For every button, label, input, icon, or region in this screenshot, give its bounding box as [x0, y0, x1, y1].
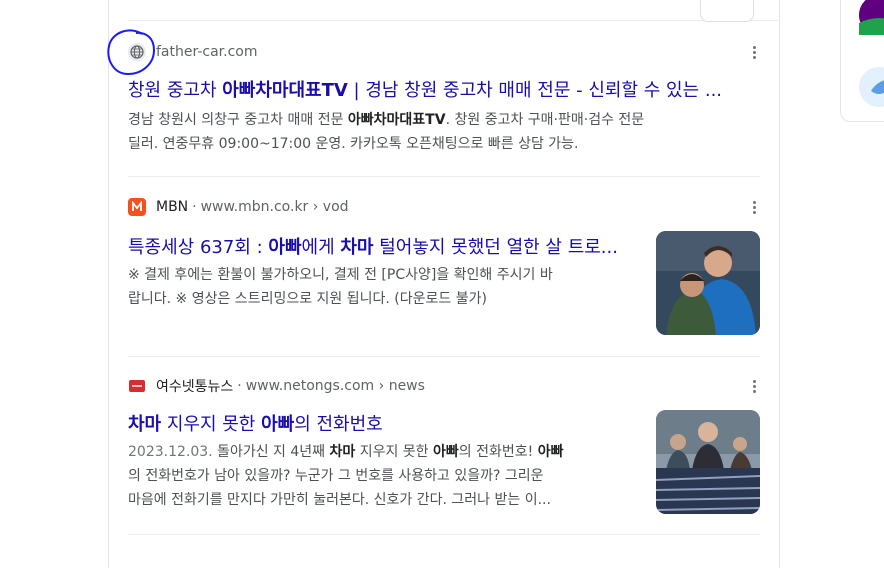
- result-url: www.netongs.com › news: [245, 378, 425, 394]
- netongs-logo-icon: [128, 377, 146, 395]
- result-divider: [128, 534, 760, 535]
- result-title-link[interactable]: 창원 중고차 아빠차마대표TV | 경남 창원 중고차 매매 전문 - 신뢰할 …: [128, 76, 758, 102]
- result-snippet: 경남 창원시 의창구 중고차 매매 전문 아빠차마대표TV. 창원 중고차 구매…: [128, 112, 645, 152]
- result-divider: [128, 176, 760, 177]
- result-source[interactable]: MBN · www.mbn.co.kr › vod: [128, 197, 349, 217]
- result-title-link[interactable]: 특종세상 637회 : 아빠에게 차마 털어놓지 못했던 열한 살 트로...: [128, 233, 636, 259]
- source-separator: ·: [192, 199, 197, 215]
- result-url: father-car.com: [156, 44, 258, 60]
- search-result-father-car: father-car.com 창원 중고차 아빠차마대표TV | 경남 창원 중…: [128, 42, 760, 162]
- more-options-icon[interactable]: [746, 378, 762, 394]
- result-url: www.mbn.co.kr › vod: [200, 199, 349, 215]
- search-result-mbn: MBN · www.mbn.co.kr › vod 특종세상 637회 : 아빠…: [128, 197, 760, 347]
- search-result-netongs: 여수넷통뉴스 · www.netongs.com › news 차마 지우지 못…: [128, 376, 760, 526]
- more-options-icon[interactable]: [746, 44, 762, 60]
- result-thumbnail[interactable]: [656, 231, 760, 335]
- mbn-logo-icon: [128, 198, 146, 216]
- previous-result-thumbnail[interactable]: [700, 0, 754, 22]
- kurly-logo-icon[interactable]: [859, 0, 884, 35]
- result-thumbnail[interactable]: [656, 410, 760, 514]
- source-separator: ·: [237, 378, 242, 394]
- bird-icon[interactable]: [859, 67, 884, 107]
- result-divider: [128, 356, 760, 357]
- more-options-icon[interactable]: [746, 199, 762, 215]
- result-title-link[interactable]: 차마 지우지 못한 아빠의 전화번호: [128, 410, 636, 436]
- result-snippet: ※ 결제 후에는 환불이 불가하오니, 결제 전 [PC사양]을 확인해 주시기…: [128, 267, 553, 307]
- result-snippet: 2023.12.03. 돌아가신 지 4년째 차마 지우지 못한 아빠의 전화번…: [128, 444, 564, 508]
- annotation-circle: [107, 29, 156, 76]
- result-source[interactable]: 여수넷통뉴스 · www.netongs.com › news: [128, 376, 425, 396]
- right-side-panel: [840, 0, 884, 122]
- previous-result-edge: [128, 0, 778, 21]
- result-date: 2023.12.03.: [128, 444, 213, 460]
- result-source-name: 여수넷통뉴스: [156, 379, 234, 395]
- result-source-name: MBN: [156, 199, 189, 215]
